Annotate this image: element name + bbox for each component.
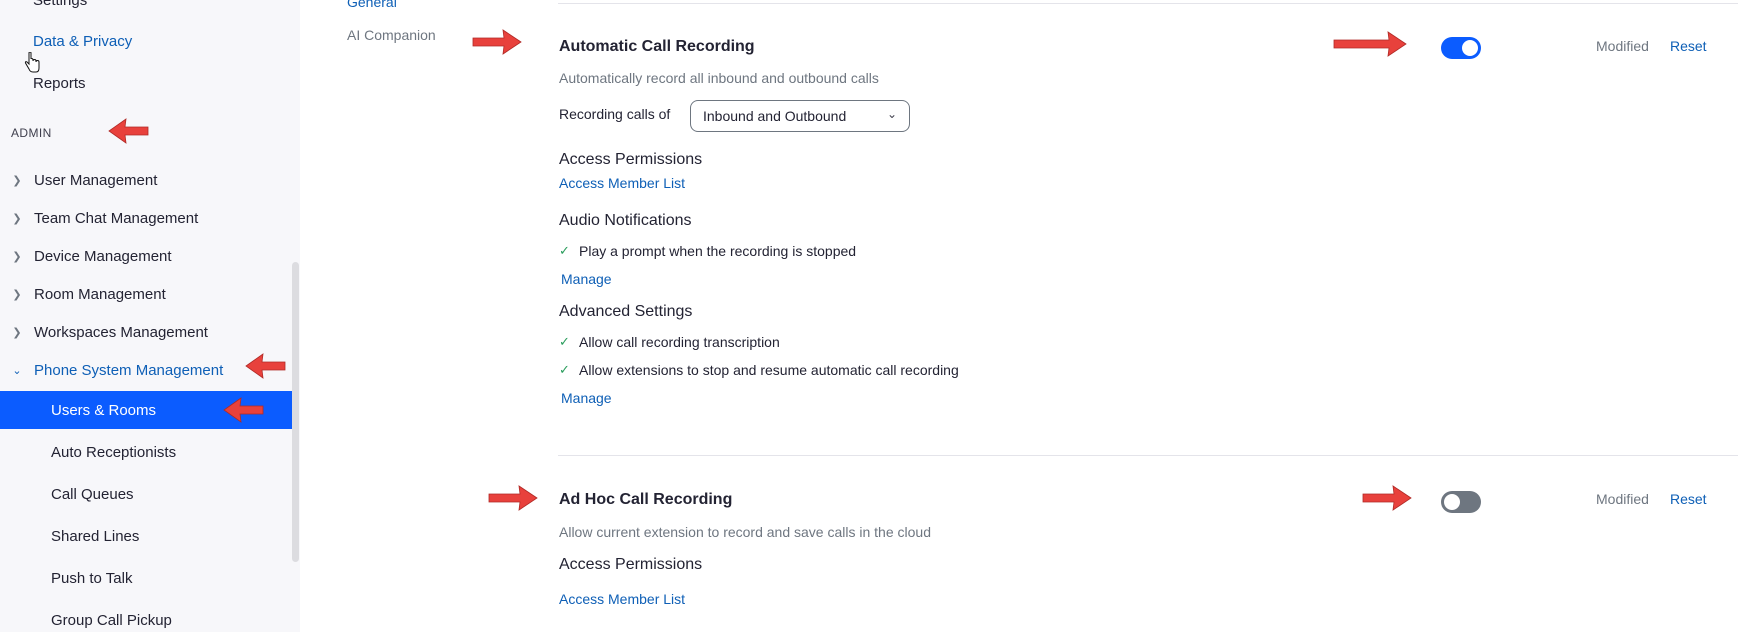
sidebar-item-group-call-pickup[interactable]: Group Call Pickup <box>0 601 292 632</box>
chevron-right-icon: ❯ <box>12 212 22 225</box>
toggle-knob <box>1462 40 1478 56</box>
sidebar-item-push-to-talk[interactable]: Push to Talk <box>0 559 292 597</box>
adhoc-access-permissions-heading: Access Permissions <box>559 556 703 573</box>
sidebar-scrollbar[interactable] <box>292 262 299 562</box>
advanced-setting-text: Allow call recording transcription <box>579 334 780 350</box>
recording-calls-value: Inbound and Outbound <box>703 108 847 124</box>
adhoc-recording-toggle[interactable] <box>1441 491 1481 513</box>
sidebar-item-label: Device Management <box>34 247 172 265</box>
check-icon: ✓ <box>559 243 570 258</box>
sidebar-item-shared-lines[interactable]: Shared Lines <box>0 517 292 555</box>
auto-recording-reset-link[interactable]: Reset <box>1670 38 1707 54</box>
auto-recording-modified-label: Modified <box>1596 38 1649 54</box>
advanced-setting-item: ✓ Allow call recording transcription <box>559 332 780 352</box>
annotation-arrow-left-icon <box>223 397 264 423</box>
sidebar-item-label: Team Chat Management <box>34 209 199 227</box>
annotation-arrow-left-icon <box>108 118 149 144</box>
sidebar-item-settings[interactable]: Settings <box>33 0 87 9</box>
chevron-down-icon: ⌄ <box>886 107 897 121</box>
adhoc-recording-reset-link[interactable]: Reset <box>1670 491 1707 507</box>
chevron-right-icon: ❯ <box>12 174 22 187</box>
toggle-knob <box>1444 494 1460 510</box>
auto-recording-toggle[interactable] <box>1441 37 1481 59</box>
advanced-manage-link[interactable]: Manage <box>561 390 612 406</box>
tab-ai-companion[interactable]: AI Companion <box>347 27 436 43</box>
advanced-setting-text: Allow extensions to stop and resume auto… <box>579 362 959 378</box>
adhoc-recording-description: Allow current extension to record and sa… <box>559 524 931 540</box>
auto-access-member-list-link[interactable]: Access Member List <box>559 175 685 191</box>
annotation-arrow-right-icon <box>1333 31 1407 57</box>
sidebar-item-workspaces-management[interactable]: ❯ Workspaces Management <box>0 319 292 345</box>
sidebar-item-room-management[interactable]: ❯ Room Management <box>0 281 292 307</box>
auto-recording-title: Automatic Call Recording <box>559 38 755 55</box>
sidebar-item-auto-receptionists[interactable]: Auto Receptionists <box>0 433 292 471</box>
sidebar-item-data-privacy[interactable]: Data & Privacy <box>33 33 132 50</box>
advanced-setting-item: ✓ Allow extensions to stop and resume au… <box>559 360 959 380</box>
sidebar: Settings Data & Privacy Reports ADMIN ❯ … <box>0 0 300 632</box>
audio-notification-text: Play a prompt when the recording is stop… <box>579 243 857 259</box>
adhoc-recording-modified-label: Modified <box>1596 491 1649 507</box>
adhoc-recording-title: Ad Hoc Call Recording <box>559 491 733 508</box>
auto-access-permissions-heading: Access Permissions <box>559 151 703 168</box>
admin-section-heading: ADMIN <box>11 126 52 140</box>
recording-calls-label: Recording calls of <box>559 106 671 122</box>
recording-calls-select[interactable]: Inbound and Outbound ⌄ <box>690 100 910 132</box>
check-icon: ✓ <box>559 362 570 377</box>
chevron-right-icon: ❯ <box>12 326 22 339</box>
check-icon: ✓ <box>559 334 570 349</box>
advanced-settings-heading: Advanced Settings <box>559 303 693 320</box>
chevron-down-icon: ⌄ <box>12 364 22 377</box>
audio-manage-link[interactable]: Manage <box>561 271 612 287</box>
sidebar-item-user-management[interactable]: ❯ User Management <box>0 167 292 193</box>
sidebar-item-device-management[interactable]: ❯ Device Management <box>0 243 292 269</box>
annotation-arrow-left-icon <box>245 353 286 379</box>
audio-notification-item: ✓ Play a prompt when the recording is st… <box>559 241 856 261</box>
sidebar-item-label: Phone System Management <box>34 361 224 379</box>
sidebar-item-label: Workspaces Management <box>34 323 208 341</box>
section-divider <box>558 455 1738 456</box>
annotation-arrow-right-icon <box>1362 485 1412 511</box>
sidebar-item-call-queues[interactable]: Call Queues <box>0 475 292 513</box>
hand-cursor-icon <box>24 52 40 73</box>
sidebar-item-team-chat-management[interactable]: ❯ Team Chat Management <box>0 205 292 231</box>
annotation-arrow-right-icon <box>488 485 538 511</box>
chevron-right-icon: ❯ <box>12 288 22 301</box>
section-divider <box>558 3 1738 4</box>
tab-general[interactable]: General <box>347 0 397 10</box>
audio-notifications-heading: Audio Notifications <box>559 212 692 229</box>
sidebar-item-reports[interactable]: Reports <box>33 75 86 92</box>
chevron-right-icon: ❯ <box>12 250 22 263</box>
sidebar-item-label: Room Management <box>34 285 166 303</box>
adhoc-access-member-list-link[interactable]: Access Member List <box>559 591 685 607</box>
auto-recording-description: Automatically record all inbound and out… <box>559 70 879 86</box>
annotation-arrow-right-icon <box>472 29 522 55</box>
sidebar-item-label: User Management <box>34 171 158 189</box>
